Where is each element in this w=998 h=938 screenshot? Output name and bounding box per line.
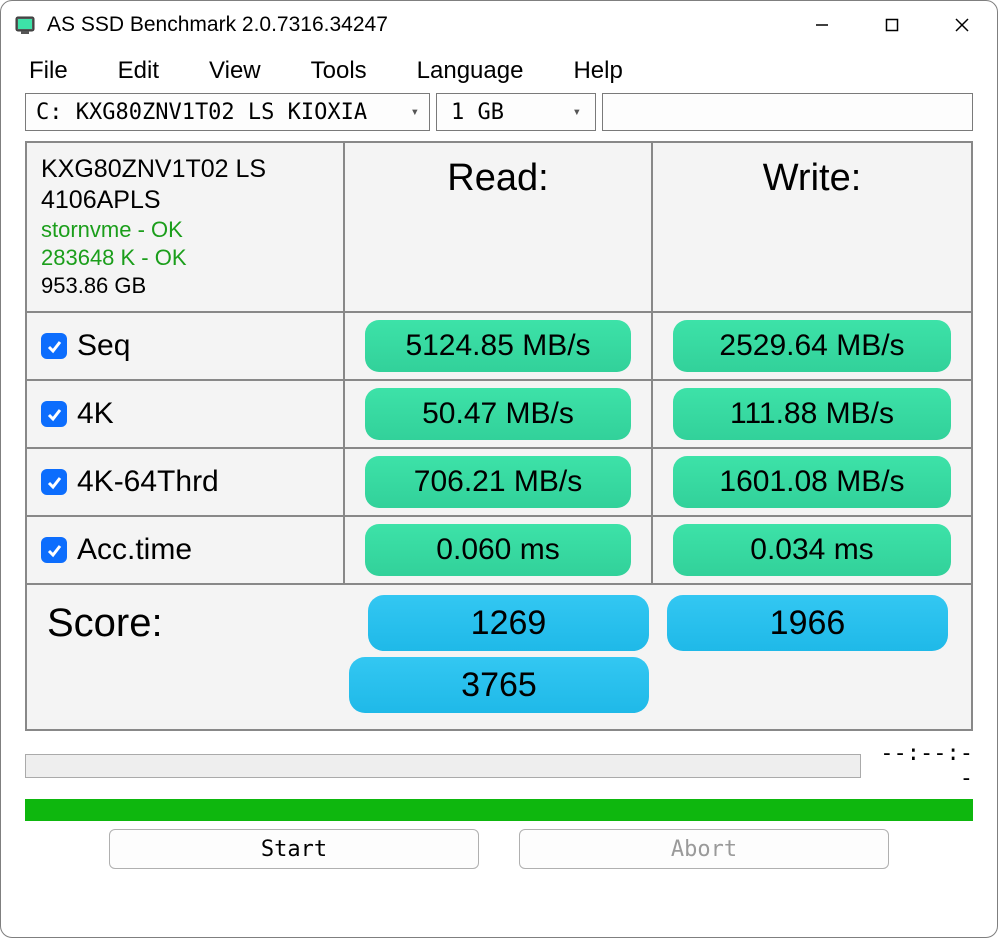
- chevron-down-icon: ▾: [573, 104, 581, 120]
- menu-tools[interactable]: Tools: [311, 57, 367, 85]
- alignment-status: 283648 K - OK: [41, 245, 187, 271]
- row-seq: Seq 5124.85 MB/s 2529.64 MB/s: [27, 313, 971, 381]
- app-icon: [13, 13, 37, 37]
- score-write: 1966: [667, 595, 948, 651]
- close-button[interactable]: [927, 1, 997, 49]
- drive-model-2: 4106APLS: [41, 186, 161, 215]
- label-4k64: 4K-64Thrd: [77, 465, 219, 499]
- results-grid: KXG80ZNV1T02 LS 4106APLS stornvme - OK 2…: [25, 141, 973, 731]
- size-select-value: 1 GB: [451, 100, 504, 125]
- score-area: Score: 1269 1966 3765: [27, 585, 971, 729]
- window-title: AS SSD Benchmark 2.0.7316.34247: [47, 13, 787, 37]
- maximize-button[interactable]: [857, 1, 927, 49]
- minimize-button[interactable]: [787, 1, 857, 49]
- score-total: 3765: [349, 657, 649, 713]
- menu-language[interactable]: Language: [417, 57, 524, 85]
- driver-status: stornvme - OK: [41, 217, 183, 243]
- titlebar: AS SSD Benchmark 2.0.7316.34247: [1, 1, 997, 49]
- 4k-write: 111.88 MB/s: [673, 388, 951, 440]
- header-row: KXG80ZNV1T02 LS 4106APLS stornvme - OK 2…: [27, 143, 971, 313]
- drive-capacity: 953.86 GB: [41, 273, 146, 299]
- 4k64-read: 706.21 MB/s: [365, 456, 632, 508]
- 4k-read: 50.47 MB/s: [365, 388, 632, 440]
- acc-write: 0.034 ms: [673, 524, 951, 576]
- chevron-down-icon: ▾: [411, 104, 419, 120]
- drive-select-value: C: KXG80ZNV1T02 LS KIOXIA: [36, 100, 367, 125]
- toolbar: C: KXG80ZNV1T02 LS KIOXIA ▾ 1 GB ▾: [1, 89, 997, 141]
- row-4k: 4K 50.47 MB/s 111.88 MB/s: [27, 381, 971, 449]
- row-acc: Acc.time 0.060 ms 0.034 ms: [27, 517, 971, 585]
- seq-write: 2529.64 MB/s: [673, 320, 951, 372]
- checkbox-acc[interactable]: [41, 537, 67, 563]
- window-controls: [787, 1, 997, 49]
- drive-info-cell: KXG80ZNV1T02 LS 4106APLS stornvme - OK 2…: [27, 143, 345, 311]
- start-button[interactable]: Start: [109, 829, 479, 869]
- menu-edit[interactable]: Edit: [118, 57, 159, 85]
- menu-file[interactable]: File: [29, 57, 68, 85]
- seq-read: 5124.85 MB/s: [365, 320, 632, 372]
- completion-bar: [25, 799, 973, 821]
- header-write: Write:: [653, 143, 971, 311]
- score-read: 1269: [368, 595, 649, 651]
- checkbox-4k[interactable]: [41, 401, 67, 427]
- abort-button[interactable]: Abort: [519, 829, 889, 869]
- score-label: Score:: [41, 595, 359, 646]
- 4k64-write: 1601.08 MB/s: [673, 456, 951, 508]
- drive-model-1: KXG80ZNV1T02 LS: [41, 155, 266, 184]
- status-row: --:--:--: [1, 731, 997, 795]
- size-select[interactable]: 1 GB ▾: [436, 93, 596, 131]
- button-row: Start Abort: [1, 829, 997, 885]
- menubar: File Edit View Tools Language Help: [1, 49, 997, 89]
- label-seq: Seq: [77, 329, 130, 363]
- row-4k64: 4K-64Thrd 706.21 MB/s 1601.08 MB/s: [27, 449, 971, 517]
- label-acc: Acc.time: [77, 533, 192, 567]
- app-window: AS SSD Benchmark 2.0.7316.34247 File Edi…: [0, 0, 998, 938]
- timer: --:--:--: [873, 741, 973, 791]
- checkbox-seq[interactable]: [41, 333, 67, 359]
- menu-view[interactable]: View: [209, 57, 261, 85]
- acc-read: 0.060 ms: [365, 524, 632, 576]
- label-4k: 4K: [77, 397, 114, 431]
- menu-help[interactable]: Help: [573, 57, 622, 85]
- checkbox-4k64[interactable]: [41, 469, 67, 495]
- progress-bar: [25, 754, 861, 778]
- drive-select[interactable]: C: KXG80ZNV1T02 LS KIOXIA ▾: [25, 93, 430, 131]
- header-read: Read:: [345, 143, 653, 311]
- status-field: [602, 93, 973, 131]
